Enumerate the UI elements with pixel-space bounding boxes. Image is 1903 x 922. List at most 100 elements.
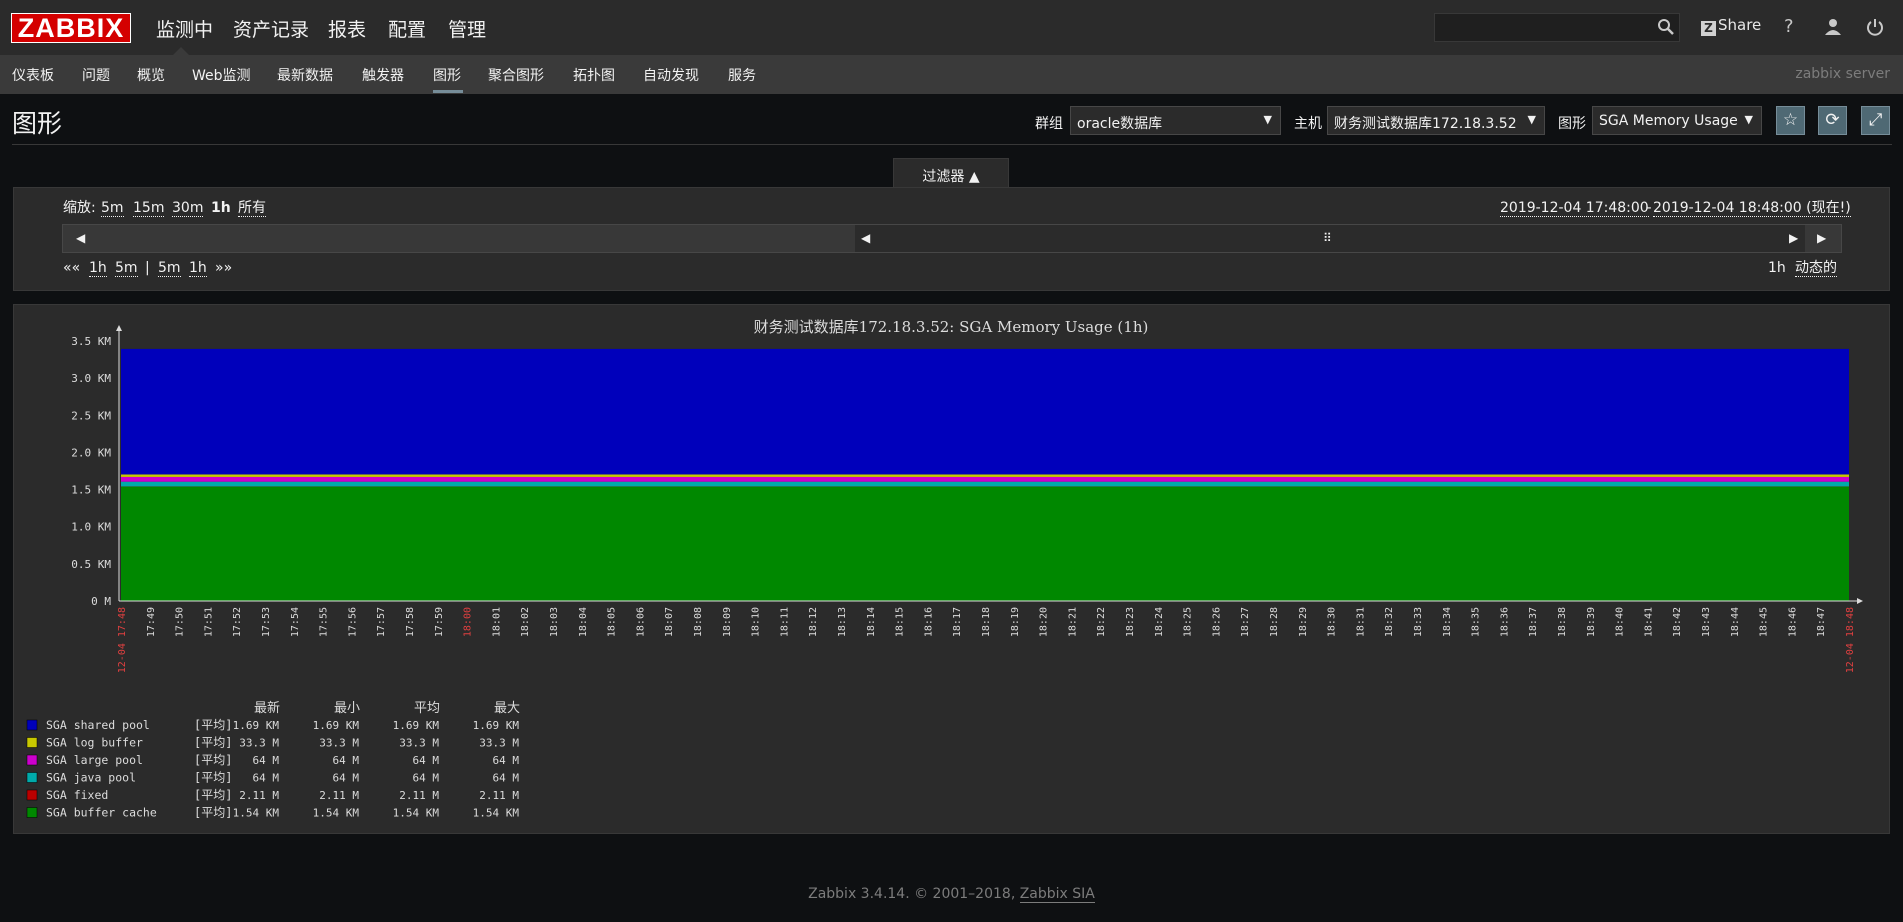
x-tick-label: 18:24 <box>1154 607 1165 637</box>
nav-fwd-all[interactable]: »» <box>215 260 232 276</box>
nav-back-1h[interactable]: 1h <box>89 260 107 277</box>
x-tick-label: 18:37 <box>1528 607 1539 637</box>
submenu-overview[interactable]: 概览 <box>137 65 165 85</box>
filter-tab[interactable]: 过滤器 ▲ <box>893 158 1009 188</box>
x-tick-label: 18:31 <box>1355 607 1366 637</box>
chevron-down-icon: ▼ <box>1263 113 1272 126</box>
submenu-problems[interactable]: 问题 <box>82 65 110 85</box>
scroll-left-icon[interactable]: ◀ <box>76 231 85 245</box>
submenu-graphs[interactable]: 图形 <box>433 65 461 85</box>
legend-series-name: SGA log buffer <box>46 736 143 750</box>
selection-left-handle-icon[interactable]: ◀ <box>861 231 870 245</box>
selection-right-handle-icon[interactable]: ▶ <box>1789 231 1798 245</box>
legend-value: 1.54 KM <box>233 807 280 820</box>
submenu-dashboard[interactable]: 仪表板 <box>12 65 54 85</box>
x-tick-label: 18:16 <box>923 607 934 637</box>
x-tick-label: 18:06 <box>635 607 646 637</box>
area-sga-log-buffer <box>121 474 1849 477</box>
legend-swatch <box>26 719 38 731</box>
x-tick-label: 18:39 <box>1586 607 1597 637</box>
fullscreen-button[interactable]: ⤢ <box>1861 106 1890 135</box>
sign-out-icon[interactable] <box>1865 17 1885 37</box>
x-tick-label: 18:10 <box>751 607 762 637</box>
menu-inventory[interactable]: 资产记录 <box>233 15 309 42</box>
submenu-maps[interactable]: 拓扑图 <box>573 65 615 85</box>
x-axis: 12-04 17:48 17:49 17:50 17:51 17:52 17:53 17:5… <box>117 598 1863 673</box>
legend-value: 1.54 KM <box>393 807 440 820</box>
x-tick-label: 18:30 <box>1327 607 1338 637</box>
x-tick-label: 18:42 <box>1672 607 1683 637</box>
nav-back-all[interactable]: «« <box>63 260 80 276</box>
legend-swatch <box>26 737 38 748</box>
legend-swatch <box>26 807 38 818</box>
legend-swatch <box>26 754 38 766</box>
zabbix-sia-link[interactable]: Zabbix SIA <box>1019 886 1095 903</box>
legend-series-name: SGA fixed <box>46 788 108 802</box>
x-tick-label: 17:54 <box>290 607 301 637</box>
y-axis-arrow <box>116 325 122 331</box>
submenu-screens[interactable]: 聚合图形 <box>488 65 544 85</box>
legend-value: 64 M <box>333 754 360 767</box>
favorite-button[interactable]: ☆ <box>1776 106 1805 135</box>
refresh-button[interactable]: ⟳ <box>1818 106 1847 135</box>
host-select[interactable]: 财务测试数据库172.18.3.52 ▼ <box>1327 106 1545 135</box>
zoom-30m[interactable]: 30m <box>172 200 204 217</box>
graph-select[interactable]: SGA Memory Usage ▼ <box>1592 106 1762 135</box>
drag-handle-icon[interactable]: ⠿ <box>1323 231 1332 245</box>
legend-value: 33.3 M <box>399 737 439 750</box>
search-icon[interactable] <box>1657 18 1675 36</box>
search-input[interactable] <box>1434 13 1680 42</box>
server-name: zabbix server <box>1795 66 1890 82</box>
area-sga-shared-pool <box>121 348 1849 475</box>
x-tick-label: 17:50 <box>175 607 186 637</box>
footer: Zabbix 3.4.14. © 2001–2018, Zabbix SIA <box>808 886 1095 903</box>
x-tick-label: 18:03 <box>549 607 560 637</box>
chart-title: 财务测试数据库172.18.3.52: SGA Memory Usage (1h… <box>754 318 1149 336</box>
y-tick-label: 1.5 KM <box>71 484 111 497</box>
menu-administration[interactable]: 管理 <box>448 15 486 42</box>
legend-value: 33.3 M <box>319 737 359 750</box>
x-tick-label: 18:25 <box>1183 607 1194 637</box>
x-tick-label: 18:27 <box>1240 607 1251 637</box>
x-tick-label: 18:11 <box>779 607 790 637</box>
zabbix-logo[interactable]: ZABBIX <box>11 13 131 43</box>
y-tick-label: 0 M <box>91 595 111 608</box>
submenu-latest-data[interactable]: 最新数据 <box>277 65 333 85</box>
help-icon[interactable]: ? <box>1784 16 1794 37</box>
x-tick-label: 18:15 <box>895 607 906 637</box>
legend-series-name: SGA java pool <box>46 771 136 785</box>
nav-fwd-1h[interactable]: 1h <box>189 260 207 277</box>
legend-function: [平均] <box>194 788 232 802</box>
zoom-all[interactable]: 所有 <box>238 200 266 217</box>
nav-back-5m[interactable]: 5m <box>115 260 138 277</box>
nav-fwd-5m[interactable]: 5m <box>158 260 181 277</box>
group-select[interactable]: oracle数据库 ▼ <box>1070 106 1281 135</box>
y-tick-label: 3.0 KM <box>71 372 111 385</box>
time-from[interactable]: 2019-12-04 17:48:00 <box>1500 200 1649 217</box>
user-profile-icon[interactable] <box>1823 17 1843 37</box>
legend-value: 1.54 KM <box>313 807 360 820</box>
legend-value: 64 M <box>253 772 280 785</box>
dynamic-toggle[interactable]: 动态的 <box>1795 260 1837 277</box>
zoom-15m[interactable]: 15m <box>133 200 165 217</box>
graph-label: 图形 <box>1558 116 1586 132</box>
x-tick-label: 18:29 <box>1298 607 1309 637</box>
scroll-right-icon[interactable]: ▶ <box>1817 231 1826 245</box>
period-value: 1h <box>1768 260 1786 276</box>
legend-header: 最大 <box>494 701 520 716</box>
submenu-discovery[interactable]: 自动发现 <box>643 65 699 85</box>
submenu-triggers[interactable]: 触发器 <box>362 65 404 85</box>
x-tick-label: 18:32 <box>1384 607 1395 637</box>
menu-monitoring[interactable]: 监测中 <box>156 15 213 42</box>
submenu-web[interactable]: Web监测 <box>192 65 251 85</box>
y-tick-label: 2.5 KM <box>71 409 111 422</box>
legend: 最新 最小 平均 最大SGA shared pool [平均] 1.69 KM 1.69 K… <box>26 700 520 820</box>
menu-reports[interactable]: 报表 <box>328 15 366 42</box>
zoom-1h[interactable]: 1h <box>211 200 231 216</box>
legend-value: 1.54 KM <box>473 807 520 820</box>
share-button[interactable]: Z Share <box>1701 16 1761 36</box>
zoom-5m[interactable]: 5m <box>101 200 124 217</box>
time-to[interactable]: 2019-12-04 18:48:00 (现在!) <box>1653 200 1851 217</box>
menu-configuration[interactable]: 配置 <box>388 15 426 42</box>
submenu-services[interactable]: 服务 <box>728 65 756 85</box>
